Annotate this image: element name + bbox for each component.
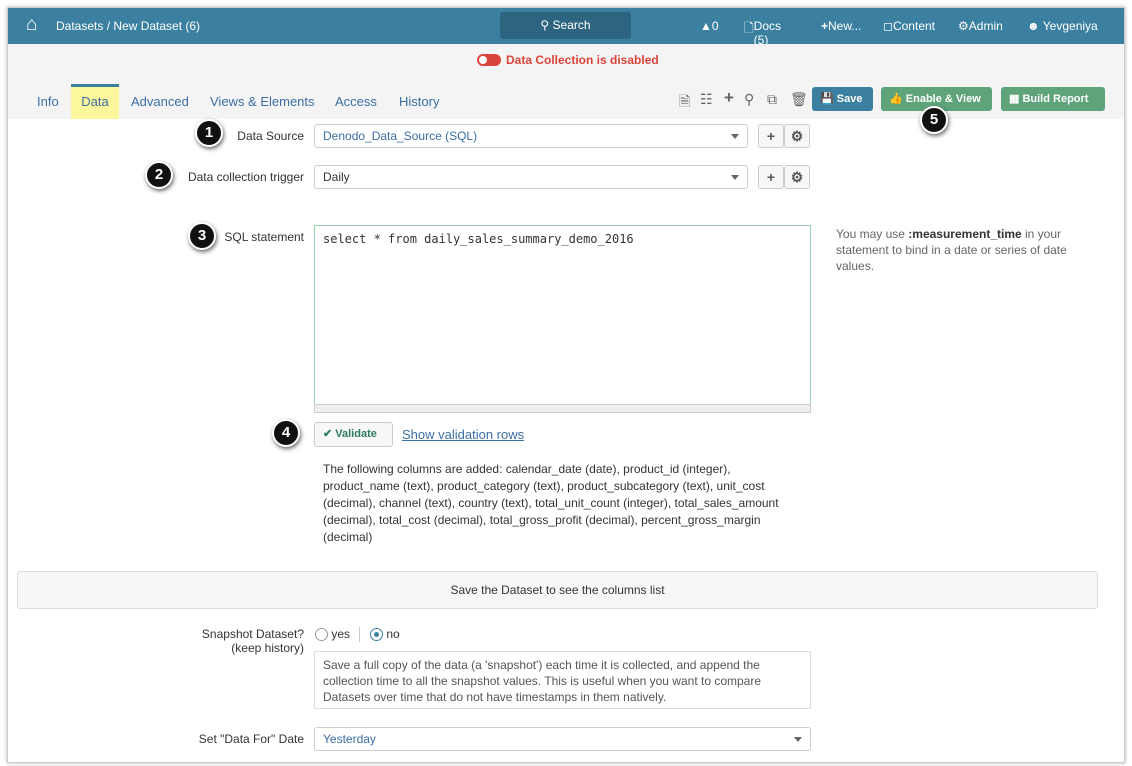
callout-1: 1 — [195, 119, 223, 147]
snapshot-yes-radio[interactable]: yes — [315, 627, 350, 642]
trigger-select[interactable]: Daily — [314, 165, 748, 189]
data-source-select[interactable]: Denodo_Data_Source (SQL) — [314, 124, 748, 148]
app-window: ⌂ Datasets / New Dataset (6) ⚲ Search ▲ … — [7, 7, 1125, 763]
breadcrumb[interactable]: Datasets / New Dataset (6) — [56, 19, 200, 33]
chevron-down-icon — [794, 737, 802, 742]
sql-label: SQL statement — [224, 230, 304, 244]
data-for-select[interactable]: Yesterday — [314, 727, 811, 751]
admin-link[interactable]: ⚙ Admin — [958, 19, 1003, 33]
home-icon[interactable]: ⌂ — [26, 14, 37, 36]
chevron-down-icon — [731, 134, 739, 139]
save-button[interactable]: 💾 Save — [812, 87, 873, 111]
alerts-link[interactable]: ▲ 0 — [700, 19, 719, 33]
collection-toggle[interactable] — [477, 54, 501, 66]
check-icon: ✔ — [323, 428, 336, 440]
content-link[interactable]: ◻ Content — [883, 19, 935, 33]
show-validation-rows-link[interactable]: Show validation rows — [402, 427, 524, 442]
sql-help: You may use :measurement_time in your st… — [836, 227, 1067, 273]
document-icon[interactable]: 🗎 — [679, 91, 690, 115]
table-icon: ▦ — [1009, 93, 1023, 105]
add-data-source-button[interactable]: + — [758, 124, 784, 148]
trigger-label: Data collection trigger — [187, 170, 304, 184]
user-icon: ☻ — [1027, 19, 1040, 33]
build-report-button[interactable]: ▦ Build Report — [1001, 87, 1105, 111]
add-trigger-button[interactable]: + — [758, 165, 784, 189]
data-for-label: Set "Data For" Date — [198, 732, 304, 746]
hierarchy-icon[interactable]: ☷ — [700, 91, 713, 108]
search-icon: ⚲ — [540, 18, 553, 32]
validate-button[interactable]: ✔ Validate — [314, 422, 393, 447]
plus-icon[interactable]: + — [724, 88, 734, 108]
snapshot-no-radio[interactable]: no — [370, 627, 400, 642]
tab-data[interactable]: Data — [71, 84, 119, 119]
callout-3: 3 — [188, 222, 216, 250]
tab-history[interactable]: History — [399, 94, 439, 109]
columns-panel: Save the Dataset to see the columns list — [17, 571, 1098, 609]
trash-icon[interactable]: 🗑 — [790, 91, 808, 108]
snapshot-description: Save a full copy of the data (a 'snapsho… — [314, 651, 811, 709]
tab-advanced[interactable]: Advanced — [131, 94, 189, 109]
resize-handle[interactable] — [314, 404, 811, 413]
divider — [359, 627, 360, 642]
save-icon: 💾 — [820, 93, 837, 105]
tab-views-elements[interactable]: Views & Elements — [210, 94, 315, 109]
collection-status: Data Collection is disabled — [506, 53, 659, 67]
data-source-label: Data Source — [237, 129, 304, 143]
callout-4: 4 — [272, 419, 300, 447]
trigger-settings-button[interactable]: ⚙ — [784, 165, 810, 189]
copy-icon[interactable]: ⧉ — [767, 91, 777, 108]
callout-2: 2 — [145, 161, 173, 189]
plus-icon: + — [821, 19, 829, 33]
search-icon[interactable]: ⚲ — [744, 91, 754, 108]
docs-link[interactable]: 🗋 Docs (5) — [744, 19, 781, 47]
tab-access[interactable]: Access — [335, 94, 377, 109]
chevron-down-icon — [731, 175, 739, 180]
radio-checked-icon — [370, 628, 383, 642]
user-menu[interactable]: ☻ Yevgeniya — [1027, 19, 1098, 33]
top-nav: ⌂ Datasets / New Dataset (6) ⚲ Search ▲ … — [8, 8, 1124, 47]
callout-5: 5 — [920, 106, 948, 134]
radio-icon — [315, 628, 328, 642]
snapshot-label: Snapshot Dataset? (keep history) — [201, 627, 304, 655]
warning-icon: ▲ — [700, 19, 712, 33]
new-link[interactable]: + New... — [821, 19, 861, 33]
tab-info[interactable]: Info — [37, 94, 59, 109]
columns-added-text: The following columns are added: calenda… — [323, 462, 779, 544]
sql-editor[interactable]: select * from daily_sales_summary_demo_2… — [314, 225, 811, 413]
thumbs-up-icon: 👍 — [889, 93, 906, 105]
data-source-settings-button[interactable]: ⚙ — [784, 124, 810, 148]
search-button[interactable]: ⚲ Search — [500, 12, 631, 39]
